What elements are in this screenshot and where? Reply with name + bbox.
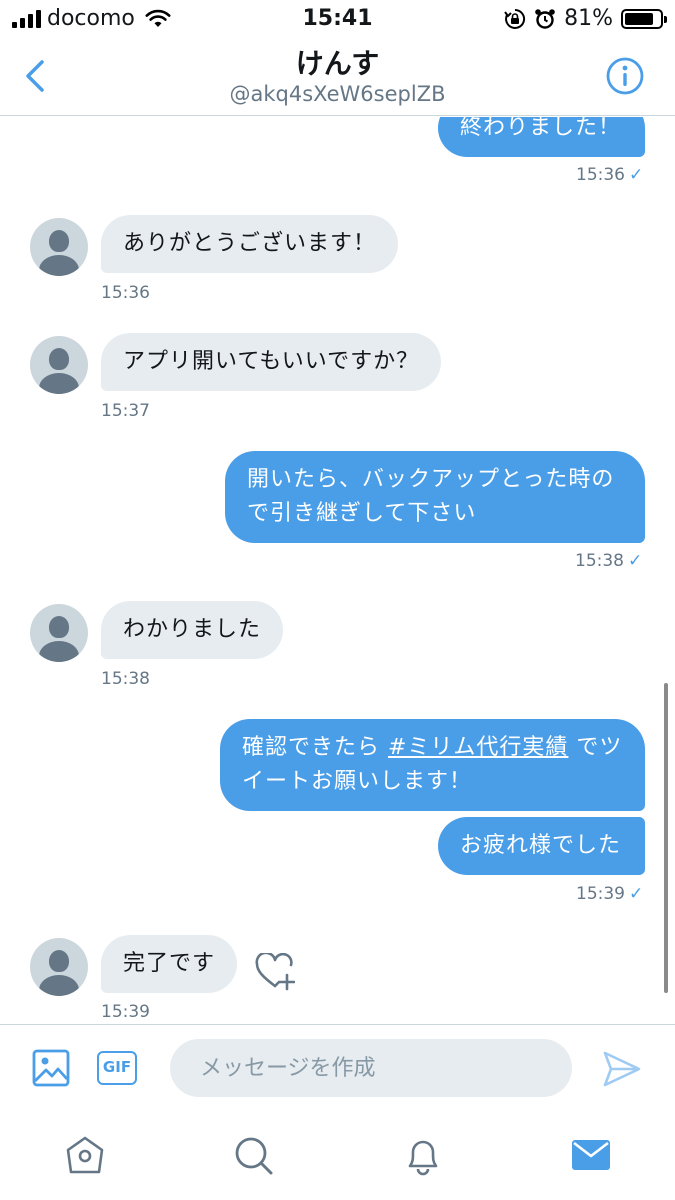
- gif-icon[interactable]: GIF: [97, 1051, 137, 1085]
- message-text: アプリ開いてもいいですか？: [123, 349, 420, 374]
- orientation-lock-icon: [504, 8, 526, 29]
- message-timestamp: 15:39: [101, 1002, 150, 1022]
- message-text: でツ: [568, 735, 623, 760]
- tab-bar: [0, 1112, 675, 1200]
- incoming-message[interactable]: わかりました: [101, 601, 284, 659]
- message-timestamp: 15:36 ✓: [576, 165, 643, 185]
- message-timestamp: 15:38 ✓: [575, 551, 642, 571]
- outgoing-message[interactable]: 開いたら、バックアップとった時の で引き継ぎして下さい: [225, 451, 645, 543]
- incoming-message[interactable]: ありがとうございます！: [101, 215, 399, 273]
- message-text-line: で引き継ぎして下さい: [247, 501, 477, 526]
- sent-check-icon: ✓: [628, 551, 643, 571]
- message-text-line: 開いたら、バックアップとった時の: [247, 467, 615, 492]
- scrollbar[interactable]: [664, 683, 668, 993]
- hashtag-link[interactable]: #ミリム代行実績: [388, 735, 568, 760]
- message-text: お疲れ様でした: [460, 833, 622, 858]
- message-text: 確認できたら: [242, 735, 388, 760]
- image-icon[interactable]: [32, 1049, 70, 1087]
- avatar[interactable]: [30, 604, 88, 662]
- info-icon[interactable]: [605, 56, 645, 96]
- message-input[interactable]: [170, 1039, 572, 1097]
- timestamp-text: 15:36: [576, 165, 625, 185]
- battery-icon: [621, 8, 667, 29]
- message-timestamp: 15:38: [101, 669, 150, 689]
- outgoing-message[interactable]: 終わりました！: [438, 117, 645, 157]
- incoming-message[interactable]: アプリ開いてもいいですか？: [101, 333, 442, 391]
- avatar[interactable]: [30, 218, 88, 276]
- message-composer: GIF: [0, 1024, 675, 1112]
- conversation-handle: @akq4sXeW6seplZB: [229, 82, 446, 106]
- search-icon[interactable]: [232, 1134, 274, 1176]
- avatar[interactable]: [30, 938, 88, 996]
- message-text-line: 確認できたら #ミリム代行実績 でツ: [242, 731, 623, 765]
- message-timestamp: 15:37: [101, 401, 150, 421]
- timestamp-text: 15:39: [576, 884, 625, 904]
- message-text: わかりました: [123, 617, 262, 642]
- messages-icon[interactable]: [570, 1134, 612, 1176]
- message-timestamp: 15:36: [101, 283, 150, 303]
- notifications-icon[interactable]: [402, 1134, 444, 1176]
- message-list[interactable]: 終わりました！ 15:36 ✓ ありがとうございます！ 15:36 アプリ開いても…: [0, 117, 675, 1023]
- sent-check-icon: ✓: [629, 165, 644, 185]
- outgoing-message[interactable]: 確認できたら #ミリム代行実績 でツ イートお願いします！: [220, 719, 645, 811]
- sent-check-icon: ✓: [629, 884, 644, 904]
- alarm-icon: [535, 8, 555, 29]
- avatar[interactable]: [30, 336, 88, 394]
- conversation-title[interactable]: けんす: [0, 42, 675, 82]
- message-timestamp: 15:39 ✓: [576, 884, 643, 904]
- status-right: 81%: [504, 6, 667, 31]
- message-text-line: イートお願いします！: [242, 769, 473, 794]
- send-icon[interactable]: [602, 1049, 642, 1089]
- conversation-header: けんす @akq4sXeW6seplZB: [0, 40, 675, 116]
- outgoing-message[interactable]: お疲れ様でした: [438, 817, 645, 875]
- incoming-message[interactable]: 完了です: [101, 935, 238, 993]
- timestamp-text: 15:38: [575, 551, 624, 571]
- battery-percent: 81%: [564, 6, 613, 31]
- message-text: ありがとうございます！: [123, 231, 377, 256]
- message-text: 完了です: [123, 951, 216, 976]
- home-icon[interactable]: [64, 1134, 106, 1176]
- heart-plus-icon[interactable]: [255, 953, 295, 991]
- status-bar: docomo 15:41 81%: [0, 0, 675, 40]
- message-text: 終わりました！: [460, 117, 622, 140]
